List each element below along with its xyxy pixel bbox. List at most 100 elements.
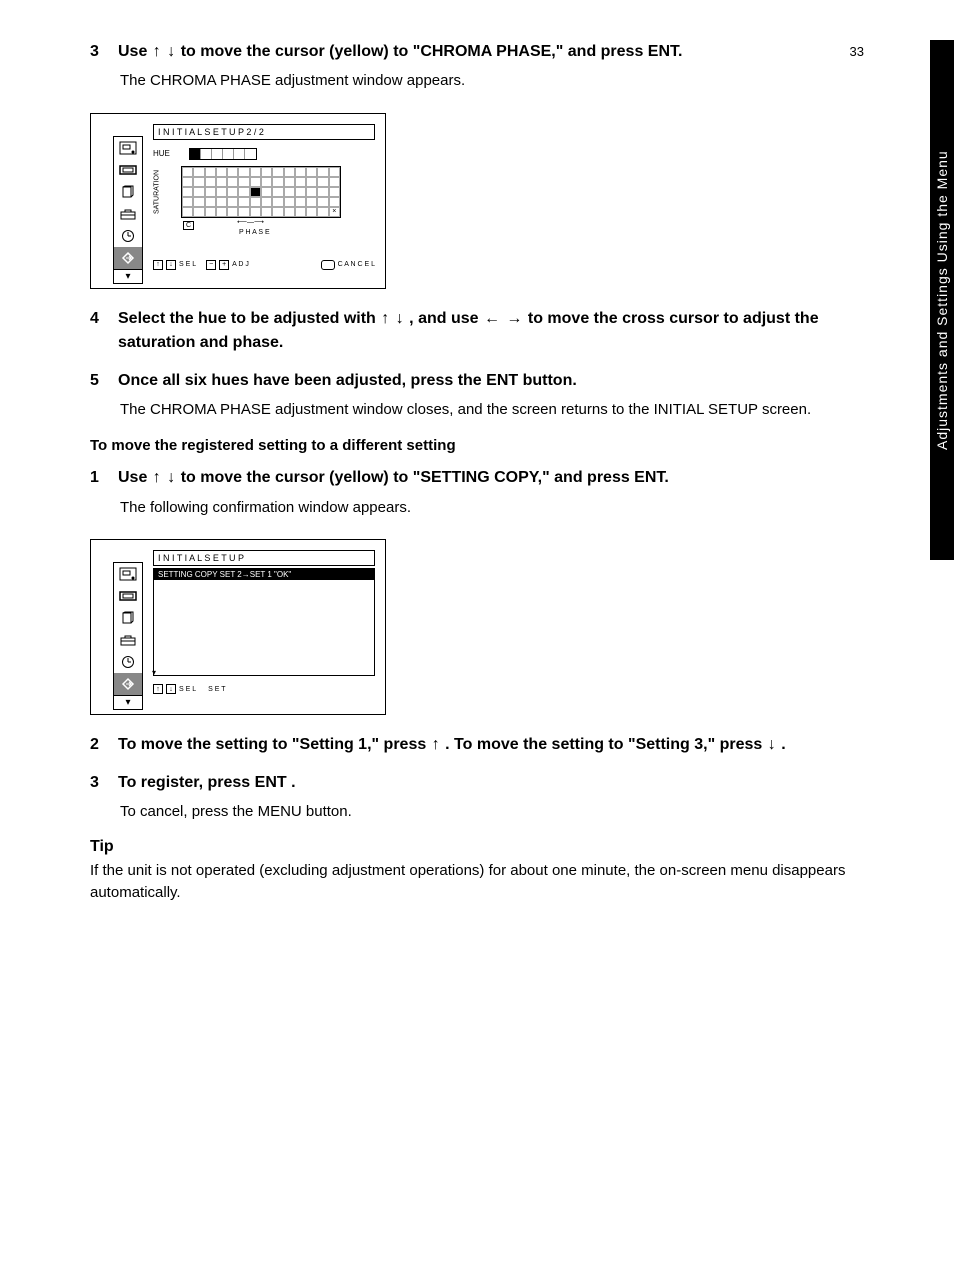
osd-icon-toolbox: [114, 629, 142, 651]
osd-icon-more: ▾: [114, 695, 142, 709]
hint-adj-label: A D J: [232, 261, 249, 268]
arrow-up-icon: ↑: [153, 40, 161, 64]
step-text: To move the setting to "Setting 1," pres…: [118, 733, 864, 757]
step-number: 3: [90, 40, 118, 64]
osd-title: I N I T I A L S E T U P: [153, 550, 375, 566]
hint-set-label: S E T: [208, 686, 225, 693]
hint-down-icon: ↓: [166, 260, 176, 270]
text-part: to move the cursor (yellow) to "CHROMA P…: [181, 43, 683, 60]
osd-side-icons: ▾: [113, 562, 143, 710]
arrow-up-icon: ↑: [432, 733, 440, 757]
hint-sel-label: S E L: [179, 261, 196, 268]
text-part: To register, press: [118, 774, 255, 791]
text-part: Select the hue to be adjusted with: [118, 310, 380, 327]
paragraph: To cancel, press the MENU button.: [120, 801, 864, 824]
arrow-up-icon: ↑: [153, 466, 161, 490]
hue-cell: [223, 149, 234, 159]
hue-bar: [189, 148, 257, 160]
osd-icon-screen: [114, 159, 142, 181]
arrow-right-icon: →: [506, 307, 522, 331]
step-sub-3: 3 To register, press ENT .: [90, 771, 864, 795]
hue-cell: [234, 149, 245, 159]
osd-icon-doc: [114, 181, 142, 203]
scroll-down-icon: ▾: [152, 668, 156, 677]
page-number: 33: [850, 44, 864, 59]
arrow-left-icon: ←: [484, 307, 500, 331]
osd-side-icons: ▾: [113, 136, 143, 284]
hint-right-icon: +: [219, 260, 229, 270]
osd-icon-picture: [114, 563, 142, 585]
osd-hints: ↑ ↓ S E L − + A D J C A N C E L: [153, 260, 375, 270]
arrow-down-icon: ↓: [167, 40, 175, 64]
text-part: To move the setting to "Setting 1," pres…: [118, 736, 431, 753]
osd-list: SETTING COPY SET 2→SET 1 "OK" ▾: [153, 568, 375, 676]
step-3: 3 Use ↑ ↓ to move the cursor (yellow) to…: [90, 40, 864, 64]
arrow-up-icon: ↑: [381, 307, 389, 331]
step-4: 4 Select the hue to be adjusted with ↑ ↓…: [90, 307, 864, 355]
hint-left-icon: −: [206, 260, 216, 270]
hint-cancel-label: C A N C E L: [338, 261, 375, 268]
hue-cell: [245, 149, 256, 159]
step-number: 2: [90, 733, 118, 757]
text-part: , and use: [409, 310, 483, 327]
osd-hints: ↑ ↓ S E L S E T: [153, 684, 375, 694]
text-part: .: [291, 774, 295, 791]
phase-label: P H A S E: [239, 229, 270, 236]
text-part: Use: [118, 470, 152, 487]
arrow-down-icon: ↓: [768, 733, 776, 757]
osd-icon-setup: [114, 247, 142, 269]
tip-label: Tip: [90, 838, 124, 856]
sidebar-tab: Adjustments and Settings Using the Menu: [930, 40, 954, 560]
osd-screenshot-chroma: I N I T I A L S E T U P 2 / 2 ▾ HUE: [90, 113, 386, 289]
step-sub-1: 1 Use ↑ ↓ to move the cursor (yellow) to…: [90, 466, 864, 490]
osd-body: HUE SATURATION ×: [153, 142, 375, 258]
osd-icon-toolbox: [114, 203, 142, 225]
paragraph: The following confirmation window appear…: [120, 497, 864, 520]
step-5: 5 Once all six hues have been adjusted, …: [90, 369, 864, 393]
page: 33 3 Use ↑ ↓ to move the cursor (yellow)…: [0, 0, 954, 945]
osd-icon-more: ▾: [114, 269, 142, 283]
text-part: to move the cursor (yellow) to "SETTING …: [181, 470, 669, 487]
arrow-down-icon: ↓: [396, 307, 404, 331]
step-sub-2: 2 To move the setting to "Setting 1," pr…: [90, 733, 864, 757]
step-text: Select the hue to be adjusted with ↑ ↓ ,…: [118, 307, 864, 355]
step-text: Use ↑ ↓ to move the cursor (yellow) to "…: [118, 40, 864, 64]
step-number: 4: [90, 307, 118, 355]
hint-menu-icon: [321, 260, 335, 270]
osd-icon-clock: [114, 651, 142, 673]
osd-screenshot-copy: I N I T I A L S E T U P ▾ SETTING COPY S…: [90, 539, 386, 715]
step-text: Once all six hues have been adjusted, pr…: [118, 369, 864, 393]
tip-row: Tip: [90, 838, 864, 856]
text-part: .: [781, 736, 785, 753]
text-part: Use: [118, 43, 152, 60]
hue-cell: [190, 149, 201, 159]
osd-icon-screen: [114, 585, 142, 607]
phase-arrow: ⟵—⟶: [237, 218, 297, 226]
paragraph: The CHROMA PHASE adjustment window close…: [120, 399, 864, 422]
step-text: To register, press ENT .: [118, 771, 864, 795]
osd-icon-picture: [114, 137, 142, 159]
list-item: SETTING COPY SET 2→SET 1 "OK": [154, 569, 374, 580]
list-item: [154, 582, 374, 584]
saturation-label: SATURATION: [154, 170, 161, 214]
ent-label: ENT: [255, 774, 287, 791]
origin-label: C: [183, 221, 194, 230]
phase-grid: ×: [181, 166, 341, 218]
step-text: Use ↑ ↓ to move the cursor (yellow) to "…: [118, 466, 864, 490]
tip-text: If the unit is not operated (excluding a…: [90, 860, 864, 905]
step-number: 5: [90, 369, 118, 393]
arrow-down-icon: ↓: [167, 466, 175, 490]
step-number: 1: [90, 466, 118, 490]
hint-up-icon: ↑: [153, 684, 163, 694]
hue-row: HUE: [153, 148, 375, 160]
hue-cell: [212, 149, 223, 159]
text-part: . To move the setting to "Setting 3," pr…: [445, 736, 767, 753]
section-header: To move the registered setting to a diff…: [90, 437, 864, 454]
osd-title: I N I T I A L S E T U P 2 / 2: [153, 124, 375, 140]
hue-cell: [201, 149, 212, 159]
step-number: 3: [90, 771, 118, 795]
paragraph: The CHROMA PHASE adjustment window appea…: [120, 70, 864, 93]
hint-up-icon: ↑: [153, 260, 163, 270]
osd-icon-setup: [114, 673, 142, 695]
hint-down-icon: ↓: [166, 684, 176, 694]
